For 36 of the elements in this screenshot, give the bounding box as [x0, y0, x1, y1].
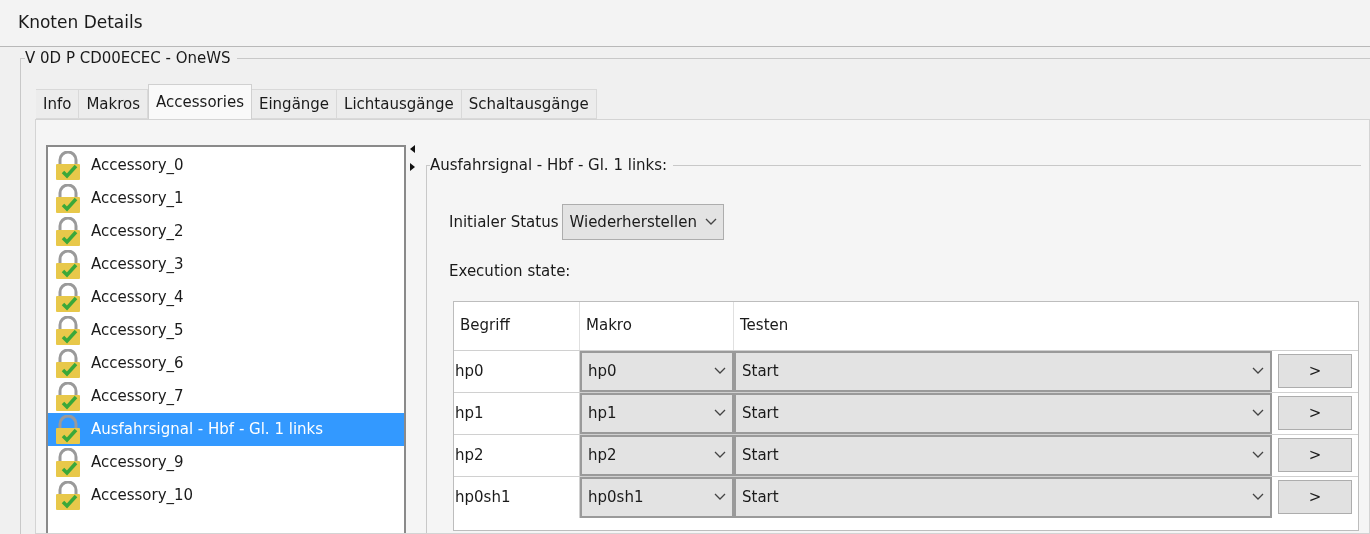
- tab[interactable]: Makros: [79, 89, 149, 119]
- list-item[interactable]: Accessory_2: [48, 215, 404, 248]
- list-item[interactable]: Accessory_7: [48, 380, 404, 413]
- column-header: Begriff: [454, 301, 580, 350]
- run-button[interactable]: >: [1278, 354, 1352, 388]
- macro-dropdown[interactable]: hp2: [580, 434, 734, 476]
- test-dropdown[interactable]: Start: [734, 392, 1272, 434]
- tab[interactable]: Eingänge: [251, 89, 338, 119]
- list-item[interactable]: Accessory_3: [48, 248, 404, 281]
- run-button[interactable]: >: [1278, 396, 1352, 430]
- list-item[interactable]: Accessory_1: [48, 182, 404, 215]
- test-dropdown[interactable]: Start: [734, 350, 1272, 392]
- list-item[interactable]: Accessory_4: [48, 281, 404, 314]
- macro-dropdown[interactable]: hp1: [580, 392, 734, 434]
- list-item[interactable]: Accessory_9: [48, 446, 404, 479]
- test-dropdown[interactable]: Start: [734, 434, 1272, 476]
- initial-status-dropdown[interactable]: Wiederherstellen: [562, 204, 724, 240]
- column-header: Makro: [580, 301, 734, 350]
- list-item[interactable]: Accessory_5: [48, 314, 404, 347]
- group-title: Ausfahrsignal - Hbf - Gl. 1 links:: [430, 155, 674, 175]
- list-item[interactable]: Accessory_6: [48, 347, 404, 380]
- test-dropdown[interactable]: Start: [734, 476, 1272, 518]
- list-item[interactable]: Accessory_0: [48, 149, 404, 182]
- list-item[interactable]: Accessory_10: [48, 479, 404, 512]
- tab[interactable]: Accessories: [148, 84, 252, 119]
- tab[interactable]: Info: [36, 89, 80, 119]
- tab[interactable]: Schaltausgänge: [461, 89, 597, 119]
- tab[interactable]: Lichtausgänge: [337, 89, 462, 119]
- section-label: Execution state:: [449, 262, 571, 280]
- window-title: Knoten Details: [18, 11, 143, 35]
- run-button[interactable]: >: [1278, 480, 1352, 514]
- run-button[interactable]: >: [1278, 438, 1352, 472]
- macro-dropdown[interactable]: hp0: [580, 350, 734, 392]
- macro-dropdown[interactable]: hp0sh1: [580, 476, 734, 518]
- column-header: Testen: [739, 315, 790, 337]
- field-label: Initialer Status: [449, 211, 559, 233]
